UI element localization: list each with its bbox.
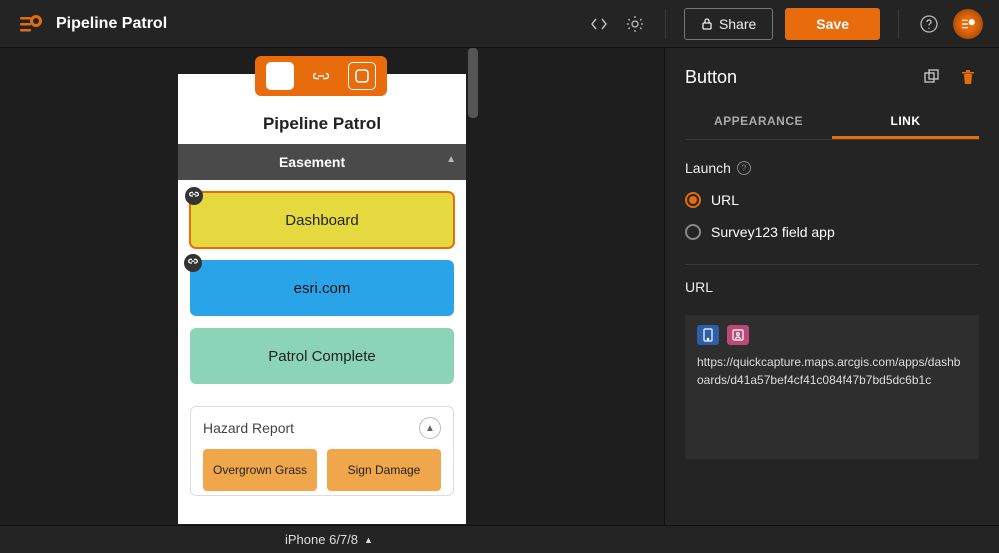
url-input[interactable]: https://quickcapture.maps.arcgis.com/app… [685, 315, 979, 459]
app-logo-icon [16, 10, 44, 38]
tile-overgrown-grass[interactable]: Overgrown Grass [203, 449, 317, 491]
save-label: Save [816, 16, 849, 32]
settings-gear-icon[interactable] [623, 12, 647, 36]
tab-link[interactable]: LINK [832, 106, 979, 139]
lock-icon [701, 17, 713, 31]
delete-icon[interactable] [957, 66, 979, 88]
url-label: URL [685, 279, 979, 295]
hazard-report-card: Hazard Report ▲ Overgrown Grass Sign Dam… [190, 406, 454, 496]
code-view-icon[interactable] [587, 12, 611, 36]
launch-label: Launch ? [685, 160, 979, 176]
share-button[interactable]: Share [684, 8, 773, 40]
share-label: Share [719, 16, 756, 32]
separator [685, 264, 979, 265]
canvas-pane: Pipeline Patrol Easement ▲ Dashboard esr… [0, 48, 664, 525]
tile-patrol-complete[interactable]: Patrol Complete [190, 328, 454, 384]
hazard-title: Hazard Report [203, 420, 294, 436]
device-var-icon[interactable] [697, 325, 719, 345]
device-preview: Pipeline Patrol Easement ▲ Dashboard esr… [178, 74, 466, 524]
section-header-easement[interactable]: Easement ▲ [178, 144, 466, 180]
tool-fill-icon[interactable] [266, 62, 294, 90]
device-label: iPhone 6/7/8 [285, 532, 358, 547]
url-value: https://quickcapture.maps.arcgis.com/app… [697, 355, 960, 387]
header-divider-2 [898, 9, 899, 39]
tool-shape-icon[interactable] [348, 62, 376, 90]
preview-scrollbar-thumb[interactable] [468, 48, 478, 118]
radio-icon [685, 224, 701, 240]
help-icon[interactable] [917, 12, 941, 36]
tile-dashboard[interactable]: Dashboard [190, 192, 454, 248]
tool-link-icon[interactable] [307, 62, 335, 90]
tile-sign-damage[interactable]: Sign Damage [327, 449, 441, 491]
link-badge-icon [184, 254, 202, 272]
chevron-up-icon: ▲ [446, 154, 456, 165]
panel-title: Button [685, 67, 907, 88]
selection-toolbar [255, 56, 387, 96]
radio-icon [685, 192, 701, 208]
info-icon[interactable]: ? [737, 161, 751, 175]
caret-up-icon: ▲ [364, 535, 373, 545]
properties-panel: Button APPEARANCE LINK Launch ? URL Surv… [664, 48, 999, 525]
tab-appearance[interactable]: APPEARANCE [685, 106, 832, 139]
preview-scrollbar-track [468, 48, 478, 525]
project-var-icon[interactable] [727, 325, 749, 345]
project-title: Pipeline Patrol [56, 15, 167, 33]
save-button[interactable]: Save [785, 8, 880, 40]
header-divider [665, 9, 666, 39]
radio-option-survey123[interactable]: Survey123 field app [685, 224, 979, 240]
chevron-up-icon[interactable]: ▲ [419, 417, 441, 439]
duplicate-icon[interactable] [921, 66, 943, 88]
tile-esri[interactable]: esri.com [190, 260, 454, 316]
device-picker[interactable]: iPhone 6/7/8 ▲ [0, 525, 999, 553]
radio-option-url[interactable]: URL [685, 192, 979, 208]
link-badge-icon [185, 187, 203, 205]
user-avatar[interactable] [953, 9, 983, 39]
app-header: Pipeline Patrol Share Save [0, 0, 999, 48]
panel-tabs: APPEARANCE LINK [685, 106, 979, 140]
